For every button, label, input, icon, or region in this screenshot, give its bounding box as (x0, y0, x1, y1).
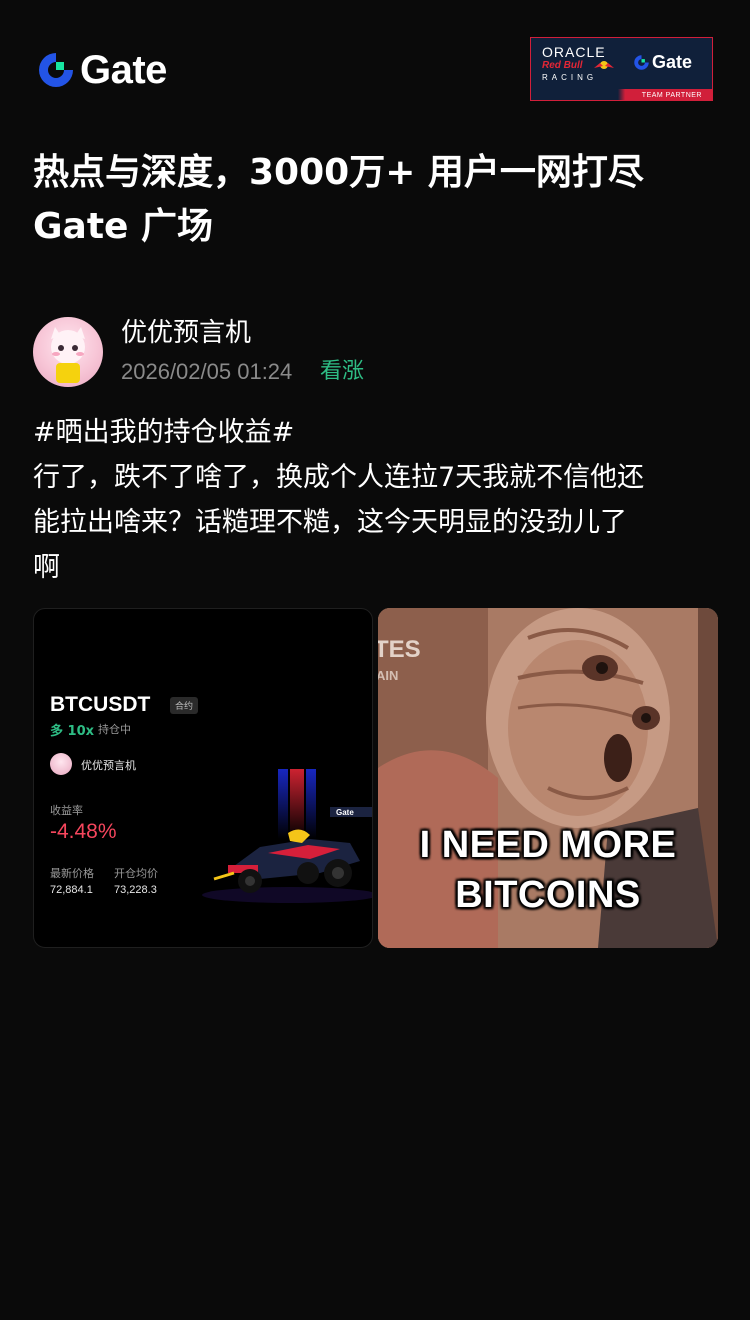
pnl-roi-value: -4.48% (50, 820, 117, 843)
pnl-symbol: BTCUSDT (50, 693, 151, 716)
post-text-line: 能拉出啥来？话糙理不糙，这今天明显的没劲儿了 (33, 507, 627, 538)
headline-line-1: 热点与深度，3000万+ 用户一网打尽 (33, 152, 644, 193)
team-partner-badge[interactable]: ORACLE Red Bull RACING Gate TEAM PARTNER (530, 37, 713, 101)
badge-racing-text: RACING (542, 73, 598, 82)
pnl-position-side: 多 10x (50, 724, 95, 739)
post-hashtag[interactable]: #晒出我的持仓收益# (33, 410, 723, 455)
redbull-bulls-icon (594, 61, 614, 69)
meme-caption-line-1: I NEED MORE (419, 824, 677, 866)
race-car-illustration: Gate (202, 769, 372, 903)
pnl-last-price-label: 最新价格 (50, 867, 94, 880)
pnl-user-avatar (50, 753, 72, 775)
gate-logo-icon (39, 53, 73, 87)
svg-text:Gate: Gate (336, 808, 354, 817)
avatar-illustration (51, 327, 85, 383)
author-name[interactable]: 优优预言机 (121, 315, 251, 351)
post-text-line: 啊 (33, 552, 60, 583)
meme-corner-text: TES (378, 636, 421, 663)
pnl-username: 优优预言机 (81, 759, 136, 772)
meme-corner-subtext: AIN (378, 668, 399, 683)
badge-strip-text: TEAM PARTNER (641, 92, 702, 99)
pnl-avg-price-label: 开仓均价 (114, 867, 158, 880)
pnl-last-price: 72,884.1 (50, 884, 93, 896)
page-headline: 热点与深度，3000万+ 用户一网打尽 Gate 广场 (33, 146, 723, 254)
author-avatar[interactable] (33, 317, 103, 387)
meme-image[interactable]: TES AIN I NEED MORE BITCOINS (378, 608, 718, 948)
post-timestamp: 2026/02/05 01:24 (121, 359, 293, 384)
badge-gate-text: Gate (652, 52, 693, 72)
badge-oracle-text: ORACLE (542, 44, 606, 60)
gate-logo[interactable]: Gate (36, 50, 167, 90)
badge-redbull-text: Red Bull (542, 60, 583, 71)
post-body: #晒出我的持仓收益# 行了，跌不了啥了，换成个人连拉7天我就不信他还 能拉出啥来… (33, 410, 723, 590)
pnl-contract-tag: 合约 (170, 697, 199, 714)
meme-caption-line-2: BITCOINS (455, 874, 641, 916)
sentiment-badge: 看涨 (320, 359, 365, 384)
brand-name: Gate (80, 48, 167, 92)
pnl-roi-label: 收益率 (50, 804, 83, 817)
post-text-line: 行了，跌不了啥了，换成个人连拉7天我就不信他还 (33, 462, 645, 493)
pnl-position-status: 持仓中 (98, 723, 131, 736)
gate-logo-icon (634, 55, 649, 70)
headline-line-2: Gate 广场 (33, 206, 214, 247)
pnl-avg-price: 73,228.3 (114, 884, 157, 896)
badge-gate-logo: Gate (633, 52, 692, 73)
pnl-share-image[interactable]: BTCUSDT 合约 多 10x 持仓中 优优预言机 收益率 -4.48% 最新… (33, 608, 373, 948)
